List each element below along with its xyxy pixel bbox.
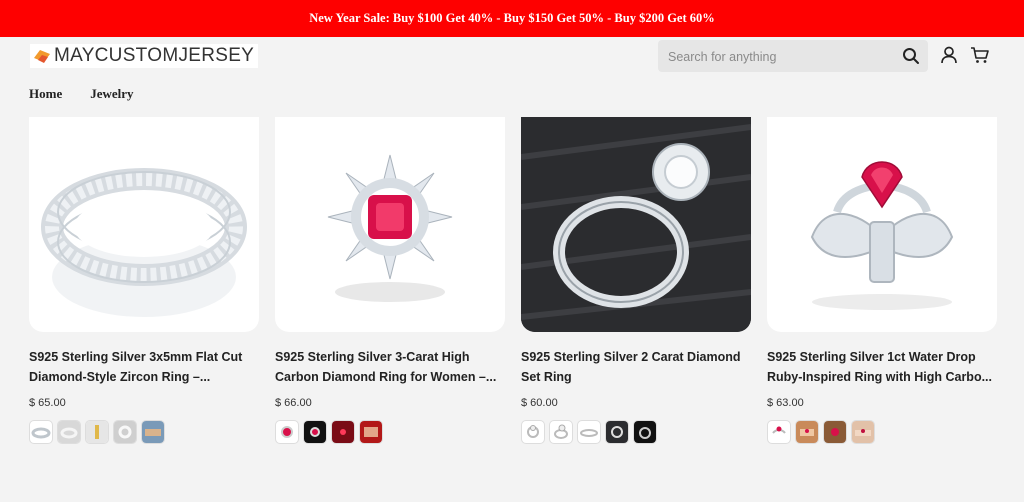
product-price: $ 60.00	[521, 397, 558, 409]
swatch-ring-black-view[interactable]	[633, 420, 657, 444]
site-logo[interactable]: MAYCUSTOMJERSEY	[30, 44, 259, 68]
site-header: MAYCUSTOMJERSEY Home Jewelry	[0, 37, 1024, 117]
swatch-bow-ring-hand[interactable]	[795, 420, 819, 444]
logo-text: MAYCUSTOMJERSEY	[54, 45, 255, 66]
swatch-ring-flat-view[interactable]	[577, 420, 601, 444]
swatch-ring-dark-view[interactable]	[605, 420, 629, 444]
swatch-band-on-gray[interactable]	[57, 420, 81, 444]
product-title[interactable]: S925 Sterling Silver 3x5mm Flat Cut Diam…	[29, 347, 254, 387]
product-title[interactable]: S925 Sterling Silver 3-Carat High Carbon…	[275, 347, 500, 387]
product-price: $ 66.00	[275, 397, 312, 409]
swatch-ruby-ring-white[interactable]	[275, 420, 299, 444]
search-input[interactable]	[666, 46, 890, 68]
product-image-diamond-set-ring-dark[interactable]	[521, 117, 751, 332]
swatch-bow-ring-hand-2[interactable]	[851, 420, 875, 444]
swatch-ruby-ring-red[interactable]	[331, 420, 355, 444]
swatch-band-with-gold[interactable]	[85, 420, 109, 444]
product-swatches	[275, 420, 383, 444]
main-nav: Home Jewelry	[29, 86, 134, 102]
product-price: $ 63.00	[767, 397, 804, 409]
nav-jewelry[interactable]: Jewelry	[90, 86, 133, 102]
swatch-ring-top-view[interactable]	[521, 420, 545, 444]
logo-icon	[34, 50, 50, 63]
promo-banner-text: New Year Sale: Buy $100 Get 40% - Buy $1…	[309, 11, 715, 25]
product-price: $ 65.00	[29, 397, 66, 409]
search-bar	[658, 40, 928, 72]
swatch-ruby-ring-black[interactable]	[303, 420, 327, 444]
nav-home[interactable]: Home	[29, 86, 62, 102]
product-title[interactable]: S925 Sterling Silver 2 Carat Diamond Set…	[521, 347, 746, 387]
swatch-ring-side-view[interactable]	[549, 420, 573, 444]
swatch-band-in-box[interactable]	[113, 420, 137, 444]
swatch-bow-ring-warm[interactable]	[823, 420, 847, 444]
product-image-eternity-band-ring[interactable]	[29, 117, 259, 332]
product-swatches	[767, 420, 875, 444]
product-swatches	[29, 420, 165, 444]
product-image-ruby-halo-ring[interactable]	[275, 117, 505, 332]
user-icon[interactable]	[939, 45, 959, 65]
swatch-ruby-ring-hand[interactable]	[359, 420, 383, 444]
swatch-bow-ring-white[interactable]	[767, 420, 791, 444]
product-image-ruby-bow-ring[interactable]	[767, 117, 997, 332]
search-icon[interactable]	[902, 47, 920, 65]
cart-icon[interactable]	[970, 45, 990, 65]
swatch-band-on-hand[interactable]	[141, 420, 165, 444]
promo-banner: New Year Sale: Buy $100 Get 40% - Buy $1…	[0, 0, 1024, 37]
product-title[interactable]: S925 Sterling Silver 1ct Water Drop Ruby…	[767, 347, 992, 387]
swatch-silver-band[interactable]	[29, 420, 53, 444]
product-swatches	[521, 420, 657, 444]
